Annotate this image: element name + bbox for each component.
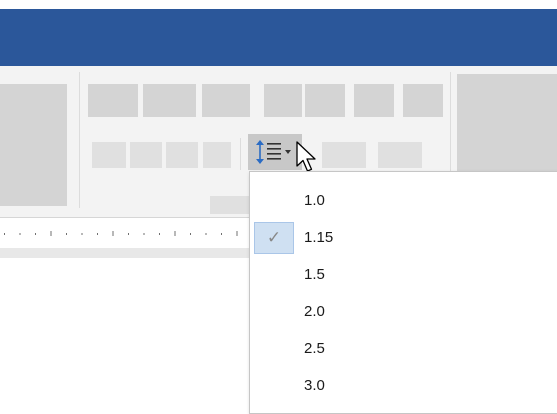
ribbon-placeholder xyxy=(210,196,250,214)
ribbon-placeholder-large xyxy=(0,84,67,206)
ribbon-placeholder xyxy=(354,84,394,117)
line-spacing-option-3-0[interactable]: 3.0 xyxy=(250,367,557,404)
line-spacing-option-1-5[interactable]: 1.5 xyxy=(250,256,557,293)
mouse-cursor-icon xyxy=(296,141,316,172)
title-bar xyxy=(0,9,557,66)
line-spacing-button[interactable] xyxy=(248,134,302,170)
ribbon-placeholder xyxy=(264,84,302,117)
line-spacing-option-2-0[interactable]: 2.0 xyxy=(250,293,557,330)
ribbon-placeholder xyxy=(92,142,126,168)
line-spacing-dropdown-menu: 1.0 ✓ 1.15 1.5 2.0 2.5 3.0 xyxy=(249,171,557,414)
line-spacing-option-1-15[interactable]: ✓ 1.15 xyxy=(250,219,557,256)
line-spacing-icon xyxy=(256,140,291,164)
ruler-tick xyxy=(4,233,5,235)
option-label: 3.0 xyxy=(304,377,325,394)
ribbon-placeholder xyxy=(202,84,250,117)
ruler-tick xyxy=(35,233,36,235)
ribbon-placeholder xyxy=(322,142,366,168)
ribbon-placeholder xyxy=(403,84,443,117)
ribbon-placeholder xyxy=(203,142,231,168)
ribbon-group-separator xyxy=(79,72,80,208)
ribbon-placeholder xyxy=(130,142,162,168)
ruler-tick xyxy=(174,231,176,236)
ruler-tick xyxy=(19,233,21,235)
ruler-tick xyxy=(205,233,207,235)
option-label: 1.5 xyxy=(304,266,325,283)
ruler-tick xyxy=(143,233,145,235)
ribbon-placeholder xyxy=(305,84,345,117)
selected-indicator: ✓ xyxy=(254,221,294,254)
ribbon-separator xyxy=(240,138,241,170)
option-label: 1.0 xyxy=(304,192,325,209)
check-mark-icon: ✓ xyxy=(266,227,282,247)
ribbon-placeholder xyxy=(166,142,198,168)
ruler-tick xyxy=(81,233,83,235)
ribbon-placeholder xyxy=(378,142,422,168)
ribbon-placeholder xyxy=(88,84,138,117)
ruler-tick xyxy=(66,233,67,235)
ruler-tick xyxy=(236,231,238,236)
ruler-tick xyxy=(112,231,114,236)
option-label: 2.0 xyxy=(304,303,325,320)
option-label: 2.5 xyxy=(304,340,325,357)
ruler-tick xyxy=(221,233,222,235)
ruler-tick xyxy=(50,231,52,236)
ruler-tick xyxy=(128,233,129,235)
ribbon-placeholder xyxy=(143,84,196,117)
ruler-tick xyxy=(190,233,191,235)
line-spacing-option-2-5[interactable]: 2.5 xyxy=(250,330,557,367)
dropdown-arrow-icon xyxy=(285,150,291,154)
ruler-ticks xyxy=(4,231,238,236)
line-spacing-option-1-0[interactable]: 1.0 xyxy=(250,182,557,219)
ruler-tick xyxy=(159,233,160,235)
ruler-tick xyxy=(97,233,98,235)
option-label: 1.15 xyxy=(304,229,334,246)
